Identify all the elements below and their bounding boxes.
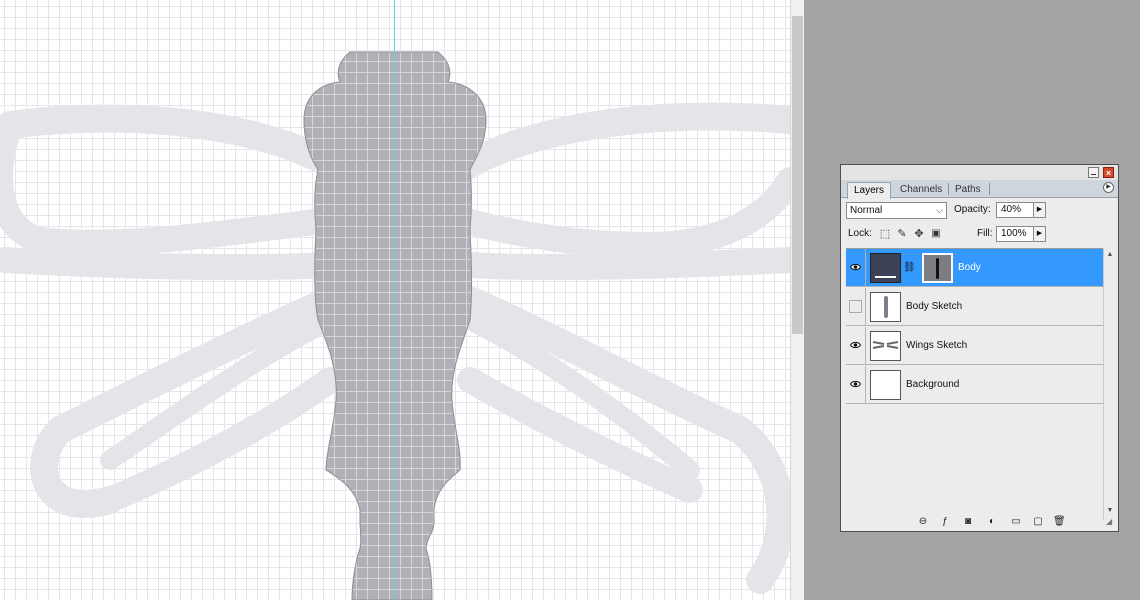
opacity-slider-arrow-icon[interactable]: ▶ [1033, 202, 1046, 218]
vector-mask-thumbnail[interactable] [922, 253, 953, 283]
fill-slider-arrow-icon[interactable]: ▶ [1033, 226, 1046, 242]
layer-content-mark [875, 276, 896, 278]
chevron-down-icon: ⌵ [936, 205, 943, 215]
layer-name-body[interactable]: Body [958, 261, 981, 275]
layer-thumbnail-body-sketch [870, 292, 901, 322]
lock-transparent-icon[interactable]: ⬚ [879, 228, 891, 240]
layer-name-background[interactable]: Background [906, 378, 959, 392]
delete-trash-icon[interactable]: 🗑 [1053, 516, 1066, 528]
body-shape [303, 51, 487, 600]
blend-mode-value: Normal [850, 205, 883, 216]
layer-row-body-sketch[interactable]: Body Sketch [846, 288, 1103, 326]
new-layer-icon[interactable]: ▢ [1032, 516, 1044, 528]
layer-thumbnail-body [870, 253, 901, 283]
tab-paths[interactable]: Paths [949, 182, 987, 197]
add-mask-icon[interactable]: ◙ [962, 516, 974, 528]
layer-row-background[interactable]: Background [846, 366, 1103, 404]
scrollbar-thumb[interactable] [792, 16, 803, 334]
opacity-field[interactable]: 40% [996, 202, 1034, 218]
wings-sketch-drawing [0, 51, 790, 600]
sketch-shape [884, 296, 888, 318]
layer-thumbnail-background [870, 370, 901, 400]
layer-name-wings-sketch[interactable]: Wings Sketch [906, 339, 967, 353]
lock-image-brush-icon[interactable]: ✎ [896, 228, 908, 240]
tab-divider [989, 183, 990, 195]
canvas-vertical-scrollbar[interactable] [790, 0, 804, 600]
close-icon[interactable]: × [1103, 167, 1114, 178]
resize-grip-icon[interactable]: ◢ [1106, 517, 1116, 527]
visibility-toggle[interactable] [846, 288, 866, 326]
visibility-toggle[interactable] [846, 327, 866, 365]
lock-all-padlock-icon[interactable]: ▣ [930, 228, 942, 240]
hidden-visibility-box [849, 300, 862, 313]
mask-shape [936, 258, 939, 279]
visibility-toggle[interactable] [846, 366, 866, 404]
opacity-label: Opacity: [954, 204, 991, 215]
document-canvas[interactable] [0, 0, 790, 600]
tab-channels[interactable]: Channels [894, 182, 948, 197]
link-chain-icon[interactable]: ⛓ [903, 262, 916, 274]
visibility-toggle[interactable] [846, 249, 866, 287]
new-group-folder-icon[interactable]: ▭ [1010, 516, 1022, 528]
fill-field[interactable]: 100% [996, 226, 1034, 242]
layers-panel: × Layers Channels Paths ▶ Normal ⌵ Opaci… [840, 164, 1119, 532]
eye-icon [850, 263, 861, 271]
eye-icon [850, 380, 861, 388]
adjustment-layer-icon[interactable]: ◐ [986, 516, 998, 528]
panel-menu-icon[interactable]: ▶ [1103, 182, 1114, 193]
layer-thumbnail-wings-sketch [870, 331, 901, 361]
wings-thumbnail-art [872, 341, 899, 349]
vertical-guide-line[interactable] [394, 0, 395, 600]
fill-label: Fill: [977, 228, 993, 239]
layers-list: ⛓ Body Body Sketch Wings Sketch Backgrou… [846, 248, 1103, 521]
lock-label: Lock: [848, 228, 872, 239]
layer-name-body-sketch[interactable]: Body Sketch [906, 300, 962, 314]
layer-row-body[interactable]: ⛓ Body [846, 249, 1103, 287]
lock-position-move-icon[interactable]: ✥ [913, 228, 925, 240]
panel-bottom-toolbar: ⊖ ƒ ◙ ◐ ▭ ▢ 🗑 [841, 513, 1118, 531]
tab-layers[interactable]: Layers [847, 182, 892, 199]
layers-list-scrollbar[interactable]: ▲ ▼ [1103, 248, 1115, 520]
link-layers-icon[interactable]: ⊖ [917, 516, 929, 528]
layer-row-wings-sketch[interactable]: Wings Sketch [846, 327, 1103, 365]
minimize-icon[interactable] [1088, 167, 1099, 178]
eye-icon [850, 341, 861, 349]
layer-style-fx-icon[interactable]: ƒ [939, 516, 951, 528]
panel-tabs: Layers Channels Paths ▶ [841, 180, 1118, 199]
panel-titlebar[interactable]: × [841, 165, 1118, 180]
scroll-up-icon[interactable]: ▲ [1105, 250, 1115, 260]
blend-mode-select[interactable]: Normal ⌵ [846, 202, 947, 219]
